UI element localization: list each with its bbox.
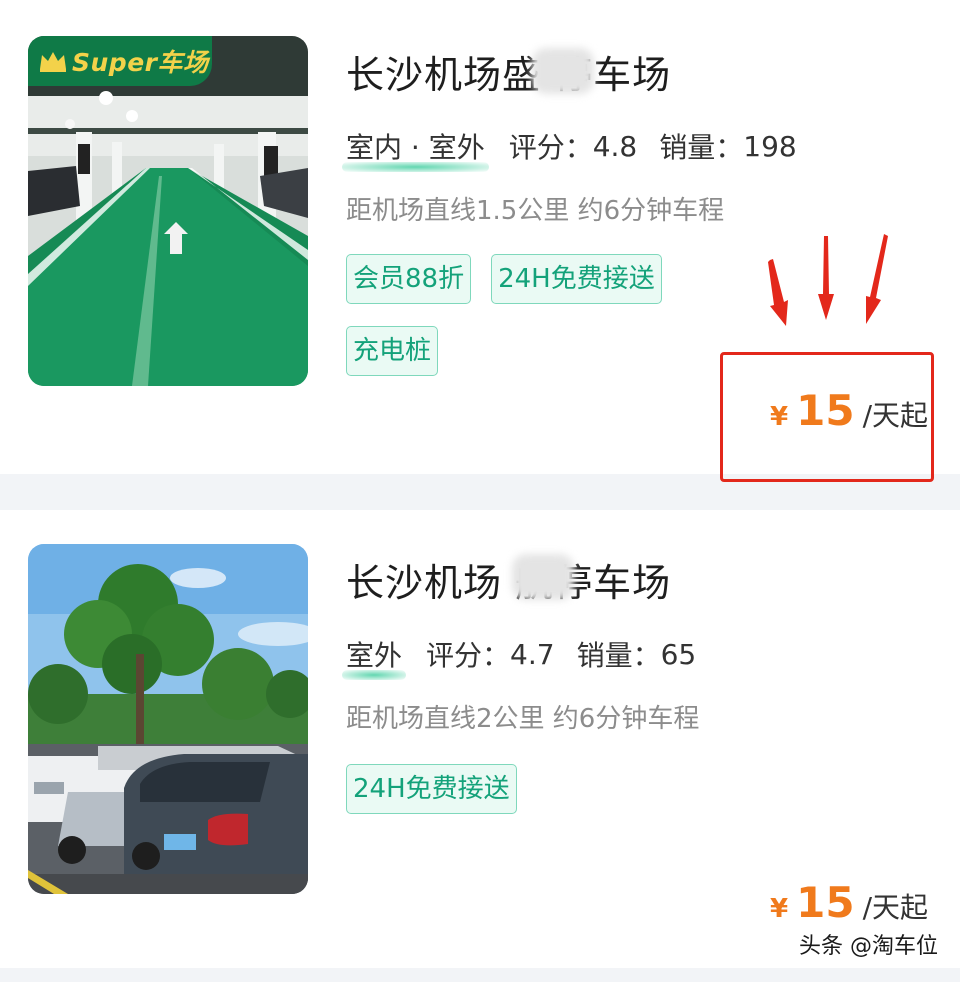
sales-label: 销量： [576, 639, 661, 672]
watermark: 头条 @淘车位 [799, 934, 938, 959]
rating-label: 评分： [426, 639, 511, 672]
sales-label: 销量： [659, 131, 744, 164]
tag-free-shuttle: 24H免费接送 [346, 764, 517, 814]
tag-charging-pile: 充电桩 [346, 326, 439, 376]
parking-listing-card[interactable]: Super车场 长沙机场盛 停车场 室内 · 室外 评分： 4.8 销量： 19… [0, 0, 960, 482]
distance-info: 距机场直线2公里 约6分钟车程 [346, 704, 700, 734]
price-display: ¥ 15 /天起 [770, 878, 928, 927]
currency-symbol: ¥ [770, 894, 789, 924]
down-arrow-annotation-icon [768, 234, 888, 326]
listing-meta: 室外 评分： 4.7 销量： 65 [341, 634, 697, 680]
tag-member-discount: 会员88折 [346, 254, 472, 304]
parking-photo-indoor[interactable]: Super车场 [28, 36, 308, 386]
rating-value: 4.8 [592, 129, 638, 163]
super-lot-badge: Super车场 [28, 36, 212, 86]
feature-tags: 24H免费接送 [346, 764, 716, 814]
redaction-blur [512, 554, 574, 600]
listing-title[interactable]: 长沙机场 航停车场 [346, 552, 671, 607]
parking-photo-outdoor[interactable] [28, 544, 308, 894]
redaction-blur [532, 48, 594, 94]
rating-value: 4.7 [510, 637, 555, 671]
environment-label: 室外 [341, 634, 407, 680]
outdoor-lot-image [28, 544, 308, 894]
tag-free-shuttle: 24H免费接送 [491, 254, 662, 304]
listing-meta: 室内 · 室外 评分： 4.8 销量： 198 [342, 126, 797, 172]
sales-value: 198 [743, 129, 797, 163]
price-value: 15 [796, 386, 855, 435]
indoor-garage-image [28, 36, 308, 386]
environment-label: 室内 · 室外 [342, 126, 489, 172]
feature-tags: 会员88折 24H免费接送 充电桩 [346, 254, 716, 376]
currency-symbol: ¥ [770, 402, 789, 432]
price-value: 15 [796, 878, 855, 927]
crown-icon [40, 52, 66, 72]
price-unit: /天起 [862, 399, 928, 432]
listing-title[interactable]: 长沙机场盛 停车场 [346, 44, 671, 99]
price-unit: /天起 [862, 891, 928, 924]
badge-label: Super车场 [72, 48, 209, 77]
distance-info: 距机场直线1.5公里 约6分钟车程 [346, 196, 725, 226]
sales-value: 65 [660, 637, 697, 671]
rating-label: 评分： [508, 131, 593, 164]
price-display: ¥ 15 /天起 [770, 386, 928, 435]
parking-listing-card[interactable]: 长沙机场 航停车场 室外 评分： 4.7 销量： 65 距机场直线2公里 约6分… [0, 510, 960, 968]
